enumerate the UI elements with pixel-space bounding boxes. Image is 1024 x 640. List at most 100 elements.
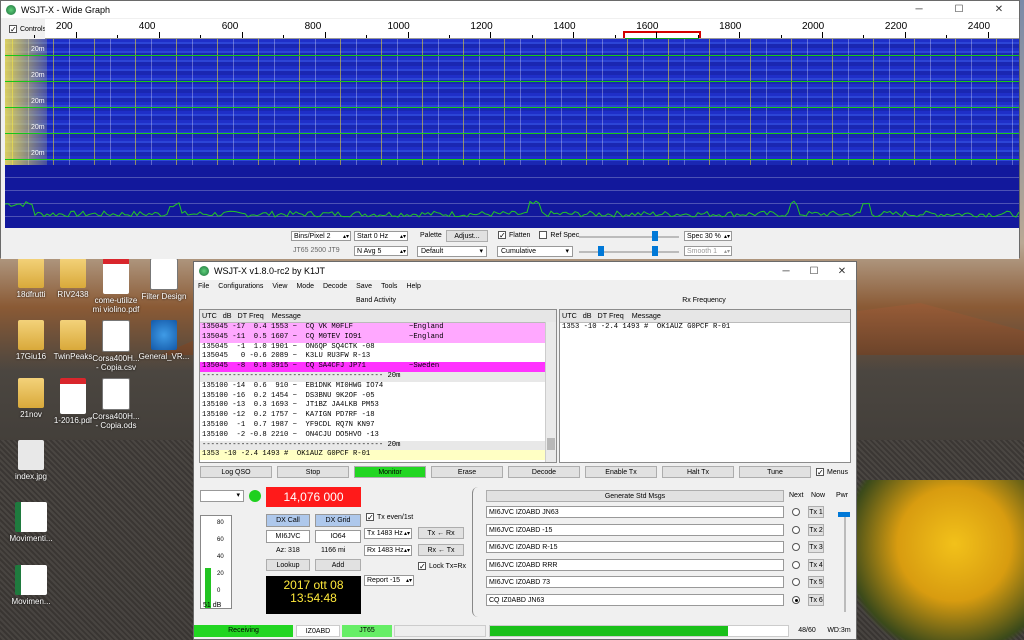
cumulative-combo[interactable]: Cumulative [497,246,573,257]
rx-frequency-list[interactable]: UTC dB DT Freq Message 1353 -10 -2.4 149… [559,309,851,463]
n-avg-spinbox[interactable]: N Avg 5 ▴▾ [354,246,408,256]
band-combo[interactable] [200,490,244,502]
smooth-spinbox[interactable]: Smooth 1 ▴▾ [684,246,732,256]
band-activity-row[interactable]: 135045 0 -0.6 2089 ~ K3LU RU3FW R-13 [200,352,556,362]
band-activity-row[interactable]: 135100 -16 0.2 1454 ~ DS3BNU 9K2OF -05 [200,392,556,402]
scroll-thumb[interactable] [547,438,555,450]
erase-button[interactable]: Erase [431,466,503,478]
band-activity-row[interactable]: 135045 -1 1.0 1901 ~ ON6QP SQ4CTK -08 [200,343,556,353]
band-activity-row[interactable]: ----------------------------------------… [200,440,556,451]
tx-now-button[interactable]: Tx 6 [808,594,824,606]
flatten-option[interactable]: ✓ Flatten Ref Spec [498,231,579,240]
close-button[interactable]: ✕ [979,4,1019,15]
tx-message-input[interactable]: MI6JVC IZ0ABD -15 [486,523,784,536]
next-tx-radio[interactable] [792,543,800,552]
close-button[interactable]: ✕ [828,266,856,277]
band-activity-row[interactable]: 135045 -11 0.5 1607 ~ CQ M0TEV IO91 ~Eng… [200,332,556,343]
tune-button[interactable]: Tune [739,466,811,478]
band-activity-row[interactable]: ----------------------------------------… [200,371,556,382]
stop-button[interactable]: Stop [277,466,349,478]
spec-percent-spinbox[interactable]: Spec 30 % ▴▾ [684,231,732,241]
band-activity-row[interactable]: 135045 -8 0.8 3915 ~ CQ SA4CFJ JP71 ~Swe… [200,362,556,372]
start-hz-spinbox[interactable]: Start 0 Hz ▴▾ [354,231,408,241]
spectrum-display[interactable] [4,165,1020,228]
menu-help[interactable]: Help [406,283,420,290]
band-activity-list[interactable]: UTC dB DT Freq Message 135045 -17 0.4 15… [199,309,557,463]
tx-now-button[interactable]: Tx 1 [808,506,824,518]
next-tx-radio[interactable] [792,578,800,587]
bins-per-pixel-spinbox[interactable]: Bins/Pixel 2 ▴▾ [291,231,351,241]
rx-frequency-spinbox[interactable]: Rx 1483 Hz ▴▾ [364,545,412,556]
controls-toggle[interactable]: ✓ Controls [9,25,46,34]
minimize-button[interactable]: ─ [772,266,800,277]
desktop-icon[interactable]: Corsa400H... - Copia.ods [90,378,142,430]
menus-checkbox[interactable]: ✓ [816,468,824,477]
tx-from-rx-button[interactable]: Tx ← Rx [418,527,464,539]
desktop-icon[interactable]: index.jpg [5,440,57,481]
tx-message-input[interactable]: MI6JVC IZ0ABD RRR [486,558,784,571]
palette-combo[interactable]: Default [417,246,487,257]
minimize-button[interactable]: ─ [899,4,939,15]
next-tx-radio[interactable] [792,525,800,534]
halt-tx-button[interactable]: Halt Tx [662,466,734,478]
desktop-icon[interactable]: Movimen... [5,565,57,606]
power-slider-knob[interactable] [838,512,850,517]
band-activity-row[interactable]: 135100 -12 0.2 1757 ~ KA7IGN PD7RF -18 [200,411,556,421]
menu-tools[interactable]: Tools [381,283,397,290]
main-titlebar[interactable]: WSJT-X v1.8.0-rc2 by K1JT ─ ☐ ✕ [194,262,856,280]
tx-message-input[interactable]: CQ IZ0ABD JN63 [486,594,784,606]
dx-call-input[interactable]: MI6JVC [266,530,310,543]
adjust-button[interactable]: Adjust... [446,230,488,242]
waterfall-display[interactable]: 20m 20m 20m 20m 20m [5,39,1019,165]
tx-now-button[interactable]: Tx 3 [808,541,824,554]
menu-configurations[interactable]: Configurations [218,283,263,290]
rx-from-tx-button[interactable]: Rx ← Tx [418,544,464,556]
monitor-button[interactable]: Monitor [354,466,426,478]
tx-now-button[interactable]: Tx 4 [808,558,824,571]
next-tx-radio[interactable] [792,596,800,604]
dx-grid-input[interactable]: IO64 [315,530,361,543]
maximize-button[interactable]: ☐ [800,266,828,277]
zero-slider-knob[interactable] [598,246,604,256]
band-activity-row[interactable]: 135100 -13 0.3 1693 ~ JT1BZ JA4LKB PM53 [200,401,556,411]
menus-option[interactable]: ✓ Menus [816,468,848,477]
lock-tx-rx-option[interactable]: ✓ Lock Tx=Rx [418,562,466,571]
desktop-icon[interactable]: come-utilize mi violino.pdf [90,258,142,314]
power-slider[interactable] [844,512,846,612]
tx-frequency-spinbox[interactable]: Tx 1483 Hz ▴▾ [364,528,412,539]
enable-tx-button[interactable]: Enable Tx [585,466,657,478]
tx-now-button[interactable]: Tx 5 [808,576,824,589]
tx-message-input[interactable]: MI6JVC IZ0ABD R-15 [486,541,784,554]
wide-graph-titlebar[interactable]: WSJT-X - Wide Graph ─ ☐ ✕ [1,1,1019,18]
tx-even-checkbox[interactable]: ✓ [366,513,374,522]
band-activity-scrollbar[interactable] [545,322,556,462]
next-tx-radio[interactable] [792,508,800,516]
zero-slider[interactable] [579,251,679,253]
lookup-button[interactable]: Lookup [266,559,310,571]
rx-frequency-row[interactable]: 1353 -10 -2.4 1493 # OK1AUZ G0PCF R-01 [560,323,850,333]
controls-checkbox[interactable]: ✓ [9,25,17,34]
add-button[interactable]: Add [315,559,361,571]
decode-button[interactable]: Decode [508,466,580,478]
desktop-icon[interactable]: Filter Design [138,258,190,301]
desktop-icon[interactable]: Corsa400H... - Copia.csv [90,320,142,372]
lock-tx-rx-checkbox[interactable]: ✓ [418,562,426,571]
maximize-button[interactable]: ☐ [939,4,979,15]
tx-even-option[interactable]: ✓ Tx even/1st [366,513,413,522]
menu-mode[interactable]: Mode [296,283,314,290]
tx-message-input[interactable]: MI6JVC IZ0ABD 73 [486,576,784,589]
menu-decode[interactable]: Decode [323,283,347,290]
report-spinbox[interactable]: Report -15 ▴▾ [364,575,414,586]
band-activity-row[interactable]: 135100 -1 0.7 1987 ~ YF9CDL RQ7N KN97 [200,421,556,431]
frequency-scale[interactable]: 200 400 600 800 1000 1200 1400 1600 1800 2000 2200… [34,19,1019,40]
zero-slider-knob-2[interactable] [652,246,658,256]
generate-std-msgs-button[interactable]: Generate Std Msgs [486,490,784,502]
ref-spec-checkbox[interactable] [539,231,548,239]
flatten-checkbox[interactable]: ✓ [498,231,506,240]
menu-view[interactable]: View [272,283,287,290]
tx-message-input[interactable]: MI6JVC IZ0ABD JN63 [486,506,784,518]
desktop-icon[interactable]: Movimenti... [5,502,57,543]
gain-slider-knob[interactable] [652,231,658,241]
band-activity-row[interactable]: 135045 -17 0.4 1553 ~ CQ VK M0FLF ~Engla… [200,323,556,333]
menu-save[interactable]: Save [356,283,372,290]
